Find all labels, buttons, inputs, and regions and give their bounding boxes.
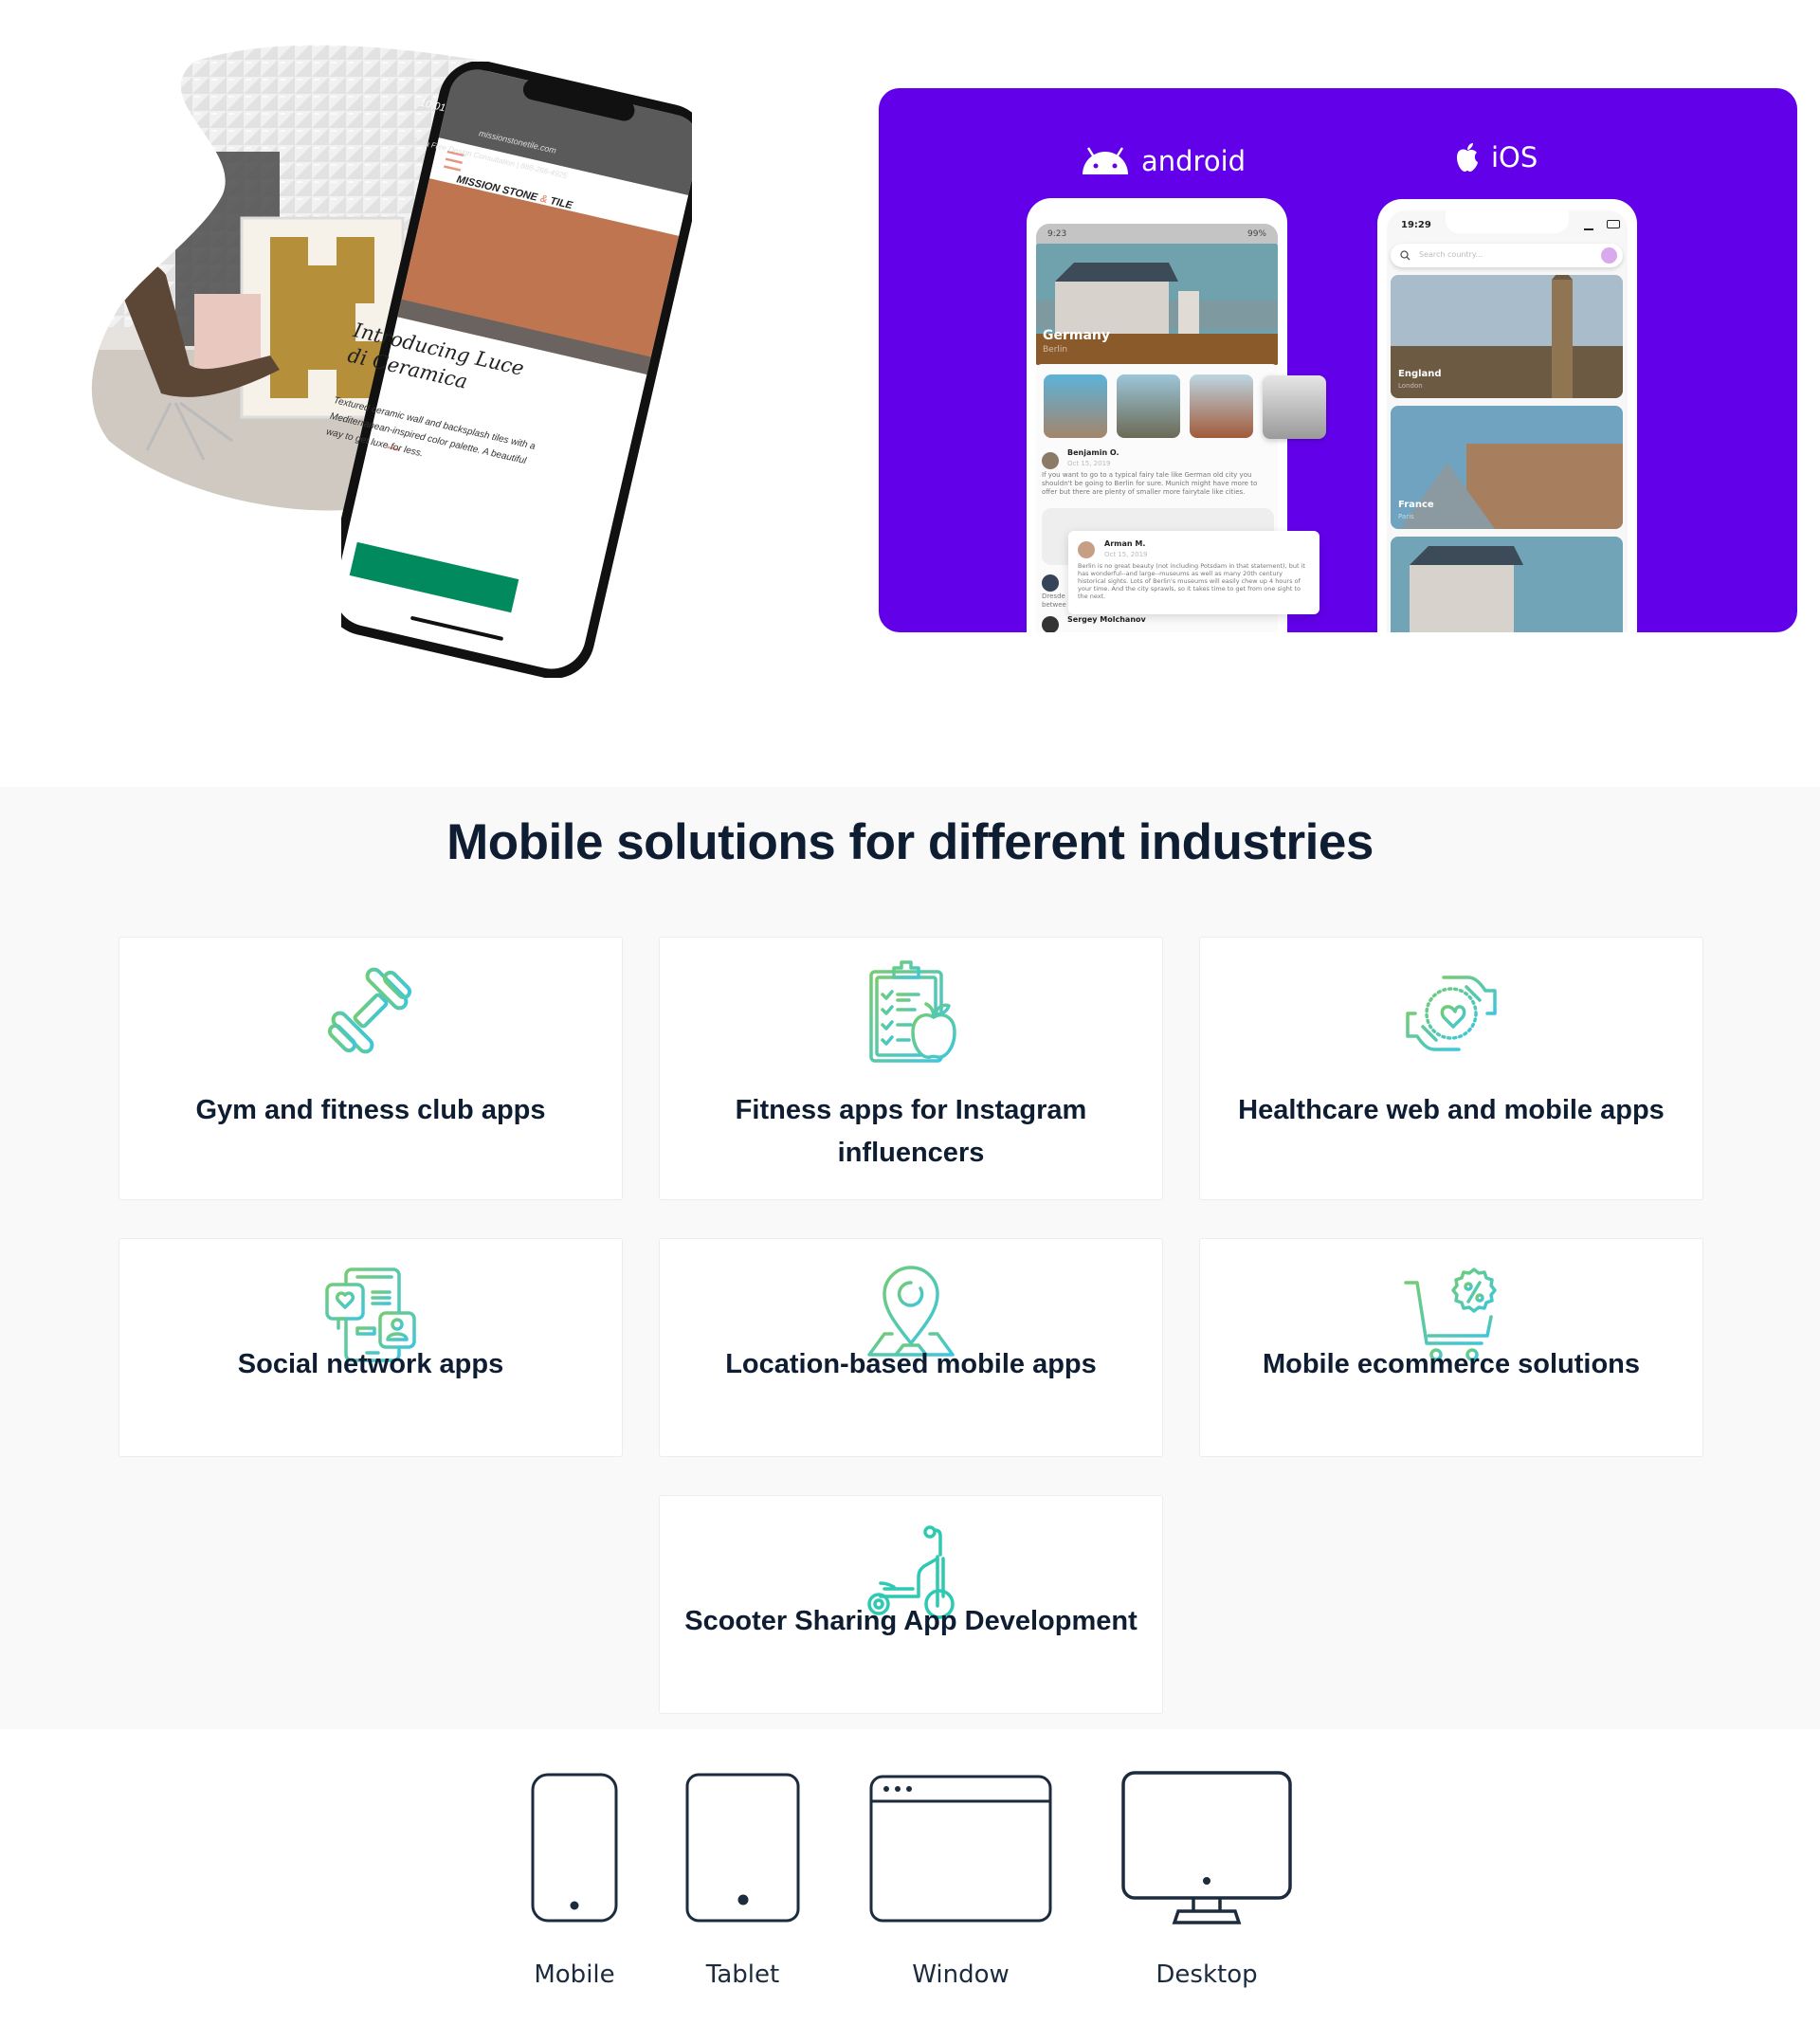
gallery-thumb[interactable] xyxy=(1044,374,1107,438)
device-label: Mobile xyxy=(534,1960,615,1989)
hero-showcase: 10:01 missionstonetile.com Get a Free De… xyxy=(90,43,735,687)
window-icon xyxy=(869,1775,1052,1923)
ios-status-time: 19:29 xyxy=(1401,220,1431,230)
device-label: Window xyxy=(912,1960,1010,1989)
section-title: Mobile solutions for different industrie… xyxy=(446,814,1374,870)
industry-card-gym[interactable]: Gym and fitness club apps xyxy=(118,937,623,1200)
ios-label: iOS xyxy=(1455,141,1538,173)
android-label: android xyxy=(1081,145,1246,177)
device-tablet: Tablet xyxy=(685,1773,800,1989)
floating-comment-card: Arman M. Oct 15, 2019 Berlin is no great… xyxy=(1068,531,1320,614)
industry-card-label: Mobile ecommerce solutions xyxy=(1262,1349,1641,1379)
industry-card-fitness-influencers[interactable]: Fitness apps for Instagram influencers xyxy=(659,937,1163,1200)
device-window: Window xyxy=(869,1775,1052,1989)
comment: Sergey Molchanov xyxy=(1067,615,1146,624)
industry-card-label: Fitness apps for Instagram influencers xyxy=(735,1095,1087,1168)
industry-card-label: Healthcare web and mobile apps xyxy=(1238,1095,1665,1125)
hands-heart-icon xyxy=(1404,976,1499,1051)
industry-card-ecommerce[interactable]: Mobile ecommerce solutions xyxy=(1199,1238,1703,1457)
germany-castle-photo xyxy=(1036,244,1278,365)
clipboard-apple-icon xyxy=(869,960,956,1063)
industry-card-healthcare[interactable]: Healthcare web and mobile apps xyxy=(1199,937,1703,1200)
search-icon xyxy=(1400,250,1410,261)
england-destination-card[interactable] xyxy=(1391,275,1623,398)
android-status-bar: 9:23 99% xyxy=(1036,224,1278,244)
ios-notch xyxy=(1446,210,1569,233)
device-desktop: Desktop xyxy=(1121,1771,1292,1989)
industry-card-label: Gym and fitness club apps xyxy=(195,1095,546,1125)
industries-section: Mobile solutions for different industrie… xyxy=(0,787,1820,1729)
gallery-thumb[interactable] xyxy=(1190,374,1253,438)
profile-avatar-icon[interactable] xyxy=(1601,247,1617,264)
industry-card-scooter[interactable]: Scooter Sharing App Development xyxy=(659,1495,1163,1714)
ios-app-mockup: 19:29 Search country... England London F… xyxy=(1377,199,1637,632)
desktop-icon xyxy=(1121,1771,1292,1924)
device-label: Tablet xyxy=(705,1960,780,1989)
avatar xyxy=(1042,574,1059,592)
android-destination-subtitle: Berlin xyxy=(1043,345,1068,355)
country-search-input[interactable]: Search country... xyxy=(1391,244,1623,267)
industry-card-label: Scooter Sharing App Development xyxy=(684,1606,1138,1636)
industry-card-label: Location-based mobile apps xyxy=(725,1349,1097,1379)
ios-status-icons xyxy=(1584,220,1620,230)
device-label: Desktop xyxy=(1156,1960,1258,1989)
france-destination-card[interactable] xyxy=(1391,406,1623,529)
android-destination-title: Germany xyxy=(1043,328,1111,343)
platform-showcase-panel: android iOS 9:23 99% Germany Berlin Benj… xyxy=(879,88,1797,632)
germany-destination-card[interactable] xyxy=(1391,537,1623,632)
mobile-icon xyxy=(531,1773,618,1923)
dumbbell-icon xyxy=(327,967,412,1054)
gallery-thumb[interactable] xyxy=(1117,374,1180,438)
android-robot-icon xyxy=(1083,147,1128,174)
industry-card-location[interactable]: Location-based mobile apps xyxy=(659,1238,1163,1457)
gallery-thumb[interactable] xyxy=(1263,375,1326,439)
apple-logo-icon xyxy=(1457,143,1478,172)
avatar xyxy=(1078,541,1095,558)
industry-card-social-network[interactable]: Social network apps xyxy=(118,1238,623,1457)
comment: Benjamin O. Oct 15, 2019 If you want to … xyxy=(1042,448,1258,496)
industry-card-label: Social network apps xyxy=(237,1349,504,1379)
avatar xyxy=(1042,616,1059,632)
device-mobile: Mobile xyxy=(531,1773,618,1989)
tablet-icon xyxy=(685,1773,800,1923)
